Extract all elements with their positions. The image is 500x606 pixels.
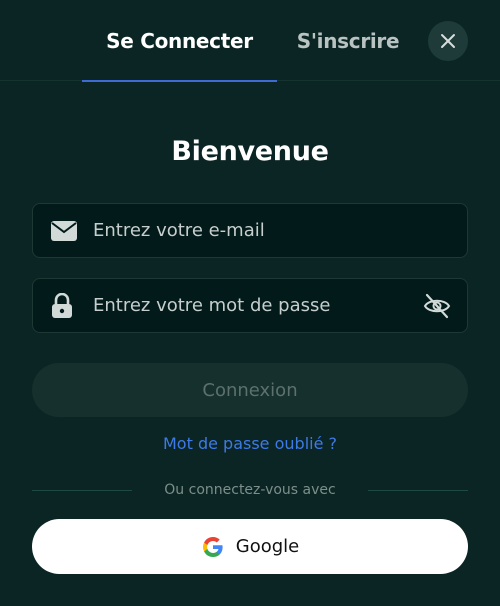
- auth-tabs: Se Connecter S'inscrire: [0, 0, 500, 82]
- password-field: [32, 278, 468, 333]
- close-icon: [440, 33, 456, 49]
- google-logo-icon: [201, 535, 225, 559]
- tab-login[interactable]: Se Connecter: [82, 0, 277, 82]
- forgot-password-link[interactable]: Mot de passe oublié ?: [0, 434, 500, 453]
- email-field: [32, 203, 468, 258]
- lock-icon: [51, 292, 73, 319]
- divider: Ou connectez-vous avec: [32, 480, 468, 500]
- google-button-label: Google: [235, 536, 300, 557]
- tab-signup[interactable]: S'inscrire: [288, 0, 408, 81]
- eye-off-icon[interactable]: [423, 293, 451, 319]
- envelope-icon: [51, 220, 77, 241]
- close-button[interactable]: [428, 21, 468, 61]
- password-input[interactable]: [93, 279, 423, 332]
- divider-line-right: [368, 490, 468, 491]
- email-input[interactable]: [93, 204, 423, 257]
- login-modal: Se Connecter S'inscrire Bienvenue Entrez…: [0, 0, 500, 606]
- login-submit-button[interactable]: Connexion: [32, 363, 468, 417]
- page-title: Bienvenue: [171, 136, 329, 167]
- google-login-button[interactable]: Google: [32, 519, 468, 574]
